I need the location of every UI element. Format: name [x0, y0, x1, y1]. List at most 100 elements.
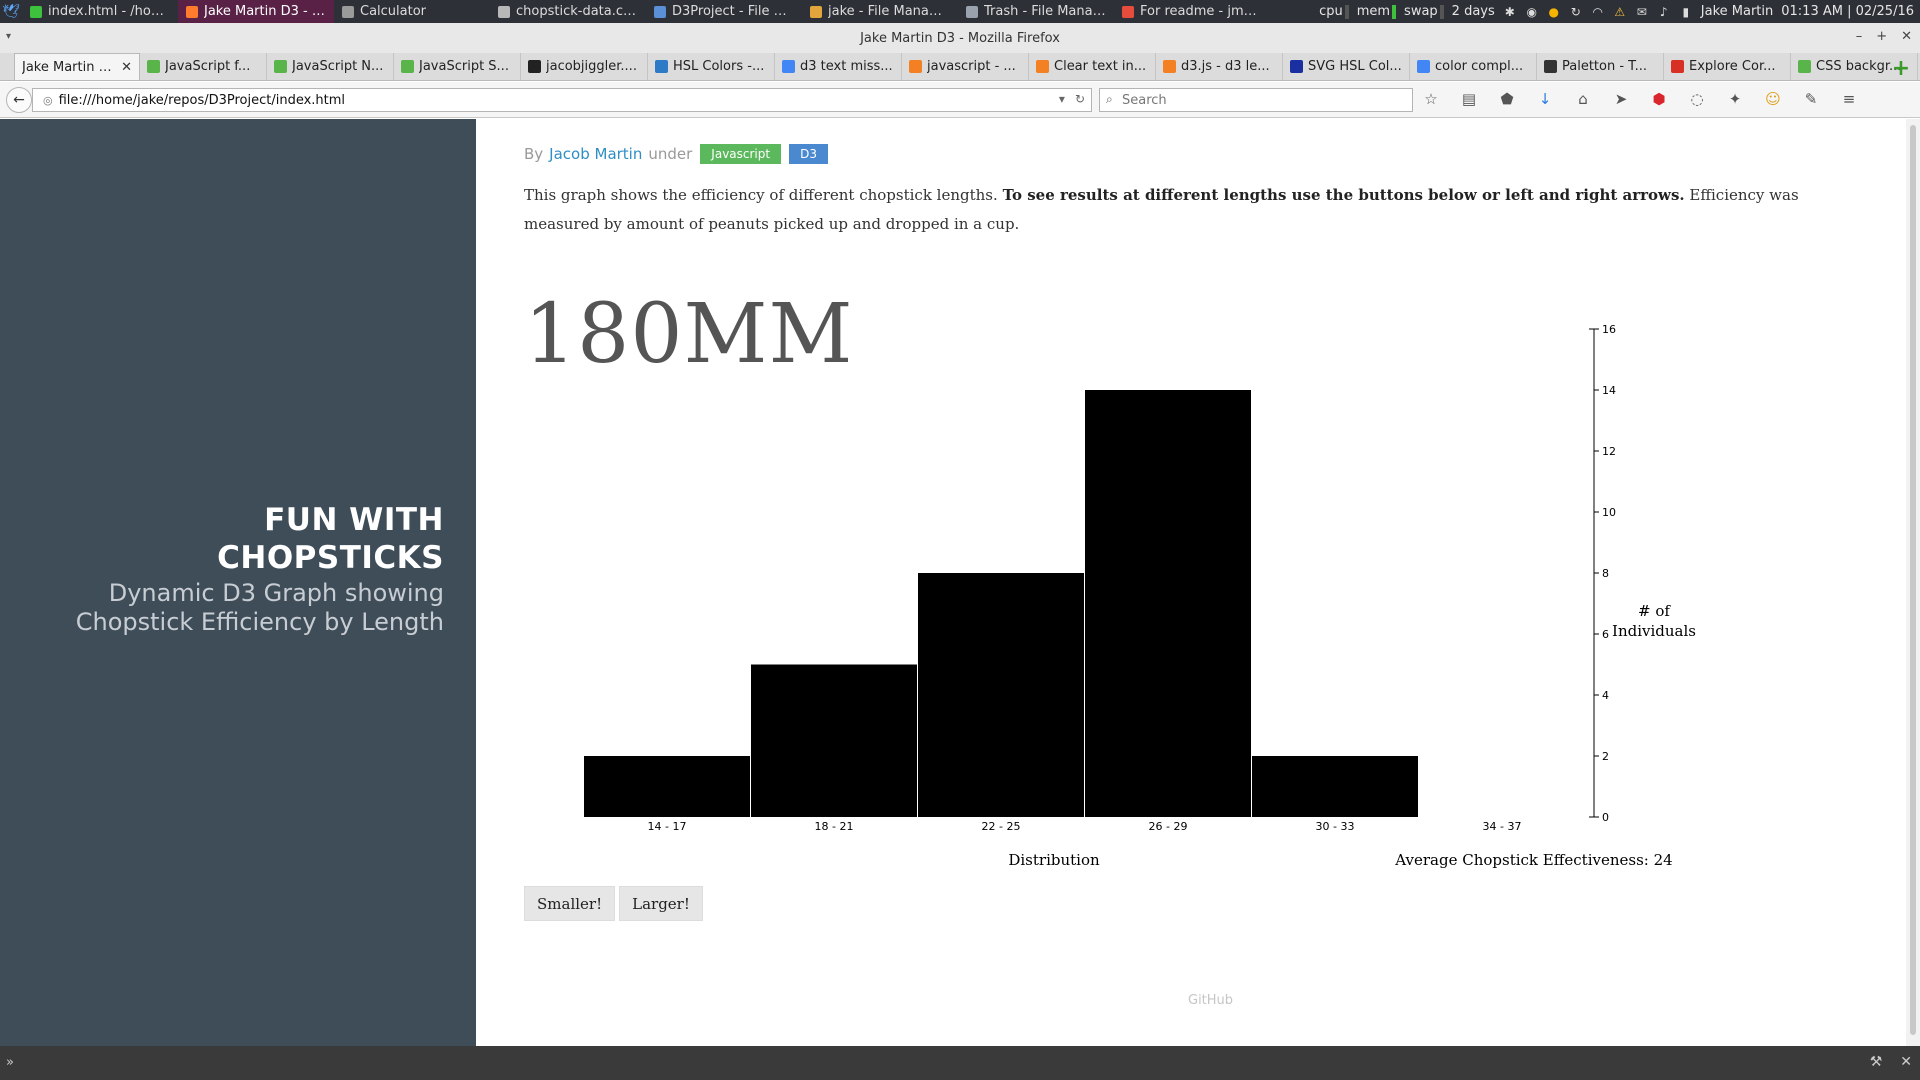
back-button[interactable]: ← — [6, 87, 32, 113]
taskbar: index.html - /home... Jake Martin D3 - M.… — [22, 0, 1270, 23]
system-panel: 🕊 index.html - /home... Jake Martin D3 - … — [0, 0, 1920, 23]
browser-tab[interactable]: Clear text in... — [1029, 53, 1156, 80]
tab-active[interactable]: Jake Martin D3 ✕ — [14, 53, 140, 80]
app-icon — [498, 5, 510, 18]
taskbar-item[interactable]: Jake Martin D3 - M... — [178, 0, 334, 23]
y-tick-label: 12 — [1602, 445, 1616, 458]
bluetooth-icon[interactable]: ✱ — [1503, 5, 1517, 19]
close-window-icon[interactable]: ✕ — [1901, 29, 1912, 44]
favicon-icon — [1290, 60, 1303, 73]
tab-label: Paletton - T... — [1562, 59, 1647, 74]
tab-label: d3 text miss... — [800, 59, 893, 74]
minimize-icon[interactable]: – — [1856, 29, 1863, 44]
browser-tab[interactable]: jacobjiggler.... — [521, 53, 648, 80]
histogram-bar — [918, 573, 1084, 817]
taskbar-item[interactable]: D3Project - File Ma... — [646, 0, 802, 23]
x-tick-label: 34 - 37 — [1483, 820, 1522, 833]
wifi-icon[interactable]: ◠ — [1591, 5, 1605, 19]
browser-tab[interactable]: JavaScript f... — [140, 53, 267, 80]
close-bar-icon[interactable]: ✕ — [1900, 1054, 1912, 1070]
volume-icon[interactable]: ♪ — [1657, 5, 1671, 19]
bottom-bar: » ⚒ ✕ — [0, 1046, 1920, 1080]
url-bar[interactable]: ◎ file:///home/jake/repos/D3Project/inde… — [32, 88, 1092, 112]
taskbar-item[interactable]: jake - File Manager — [802, 0, 958, 23]
taskbar-item-label: For readme - jmart... — [1140, 4, 1262, 19]
wrench-icon[interactable]: ⚒ — [1870, 1054, 1883, 1070]
emoji-icon[interactable]: ☺ — [1764, 90, 1782, 108]
mail-icon[interactable]: ✉ — [1635, 5, 1649, 19]
smaller-button[interactable]: Smaller! — [524, 886, 616, 921]
network-icon[interactable]: ◉ — [1525, 5, 1539, 19]
user-name[interactable]: Jake Martin — [1701, 4, 1773, 19]
browser-tab[interactable]: HSL Colors -... — [648, 53, 775, 80]
pocket-icon[interactable]: ⬟ — [1498, 90, 1516, 108]
search-icon: ⌕ — [1106, 92, 1113, 106]
app-menu-icon[interactable]: 🕊 — [0, 0, 22, 23]
taskbar-item[interactable]: index.html - /home... — [22, 0, 178, 23]
menu-icon[interactable]: ≡ — [1840, 90, 1858, 108]
taskbar-item-label: chopstick-data.csv ... — [516, 4, 638, 19]
chat-icon[interactable]: ◌ — [1688, 90, 1706, 108]
browser-tab[interactable]: Paletton - T... — [1537, 53, 1664, 80]
bookmark-star-icon[interactable]: ☆ — [1422, 90, 1440, 108]
update-icon[interactable]: ↻ — [1569, 5, 1583, 19]
taskbar-item[interactable]: Calculator — [334, 0, 490, 23]
favicon-icon — [655, 60, 668, 73]
home-icon[interactable]: ⌂ — [1574, 90, 1592, 108]
github-link[interactable]: GitHub — [1188, 993, 1233, 1008]
maximize-icon[interactable]: + — [1876, 29, 1887, 44]
mem-monitor: mem — [1357, 4, 1397, 19]
url-text[interactable]: file:///home/jake/repos/D3Project/index.… — [59, 93, 345, 108]
window-titlebar: ▾ Jake Martin D3 - Mozilla Firefox – + ✕ — [0, 23, 1920, 53]
expand-chevron-icon[interactable]: » — [6, 1055, 14, 1070]
app-icon — [342, 5, 354, 18]
app-icon — [654, 5, 666, 18]
browser-tab[interactable]: JavaScript S... — [394, 53, 521, 80]
browser-tab[interactable]: SVG HSL Col... — [1283, 53, 1410, 80]
tab-strip: Jake Martin D3 ✕ JavaScript f... JavaScript… — [0, 53, 1920, 81]
puzzle-icon[interactable]: ✦ — [1726, 90, 1744, 108]
scrollbar-thumb[interactable] — [1910, 125, 1916, 1035]
site-title-line1: FUN WITH — [264, 502, 444, 538]
close-tab-icon[interactable]: ✕ — [121, 60, 132, 75]
site-title-line2: CHOPSTICKS — [217, 540, 444, 576]
clock[interactable]: 01:13 AM | 02/25/16 — [1781, 4, 1914, 19]
browser-tab[interactable]: color compl... — [1410, 53, 1537, 80]
adblock-icon[interactable]: ⬢ — [1650, 90, 1668, 108]
tag-d3[interactable]: D3 — [789, 144, 828, 164]
browser-tab[interactable]: JavaScript N... — [267, 53, 394, 80]
favicon-icon — [1417, 60, 1430, 73]
site-info-icon[interactable]: ◎ — [43, 94, 53, 107]
taskbar-item[interactable]: For readme - jmart... — [1114, 0, 1270, 23]
y-axis-label: # of — [1638, 602, 1671, 620]
pen-icon[interactable]: ✎ — [1802, 90, 1820, 108]
reload-icon[interactable]: ↻ — [1075, 92, 1085, 106]
send-icon[interactable]: ➤ — [1612, 90, 1630, 108]
byline: By Jacob Martin under Javascript D3 — [524, 144, 828, 164]
histogram-bar — [584, 756, 750, 817]
chrome-icon[interactable]: ● — [1547, 5, 1561, 19]
downloads-icon[interactable]: ↓ — [1536, 90, 1554, 108]
y-tick-label: 10 — [1602, 506, 1616, 519]
taskbar-item[interactable]: Trash - File Manager — [958, 0, 1114, 23]
window-menu-icon[interactable]: ▾ — [6, 31, 11, 42]
page-scrollbar[interactable] — [1906, 119, 1920, 1046]
tag-javascript[interactable]: Javascript — [700, 144, 782, 164]
url-dropdown-icon[interactable]: ▾ — [1059, 92, 1065, 106]
y-axis-label: Individuals — [1612, 622, 1696, 640]
larger-button[interactable]: Larger! — [619, 886, 703, 921]
browser-tab[interactable]: d3.js - d3 le... — [1156, 53, 1283, 80]
warning-icon[interactable]: ⚠ — [1613, 5, 1627, 19]
author-link[interactable]: Jacob Martin — [549, 145, 642, 163]
browser-tab[interactable]: d3 text miss... — [775, 53, 902, 80]
battery-icon[interactable]: ▮ — [1679, 5, 1693, 19]
taskbar-item[interactable]: chopstick-data.csv ... — [490, 0, 646, 23]
browser-tab[interactable]: Explore Cor... — [1664, 53, 1791, 80]
search-input[interactable]: ⌕ Search — [1099, 88, 1413, 112]
uptime-label: 2 days — [1451, 4, 1495, 19]
browser-tab[interactable]: javascript - ... — [902, 53, 1029, 80]
intro-text-1: This graph shows the efficiency of diffe… — [524, 186, 998, 204]
reading-list-icon[interactable]: ▤ — [1460, 90, 1478, 108]
new-tab-button[interactable]: + — [1890, 56, 1912, 81]
tab-label: Clear text in... — [1054, 59, 1147, 74]
